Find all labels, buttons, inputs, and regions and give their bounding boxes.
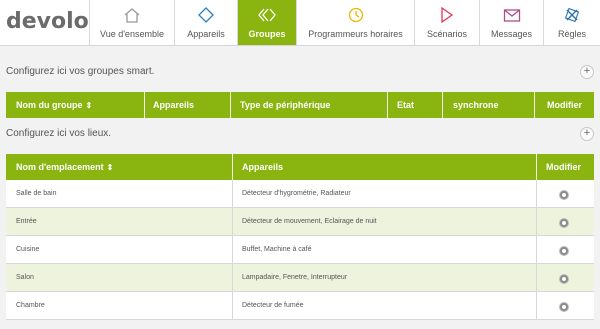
column-header-devices: Appareils — [242, 162, 284, 172]
devolo-logo: devolo — [6, 9, 89, 34]
column-header-device-type: Type de périphérique — [240, 100, 331, 110]
table-row: Cuisine Buffet, Machine à café — [6, 236, 594, 264]
locations-section-title: Configurez ici vos lieux. — [6, 128, 112, 139]
groups-table-header: Nom du groupe ⇕ Appareils Type de périphé… — [6, 92, 594, 118]
column-header-state: Etat — [397, 100, 415, 110]
column-header-edit: Modifier — [546, 162, 581, 172]
groups-section-title: Configurez ici vos groupes smart. — [6, 66, 155, 77]
table-row: Salle de bain Détecteur d'hygrométrie, R… — [6, 180, 594, 208]
home-icon — [90, 7, 174, 23]
location-devices: Lampadaire, Fenetre, Interrupteur — [242, 274, 348, 281]
gear-icon[interactable] — [559, 274, 569, 284]
nav-label: Appareils — [187, 29, 225, 39]
location-name: Entrée — [16, 218, 37, 225]
play-icon — [415, 7, 479, 23]
location-name: Cuisine — [16, 246, 40, 253]
location-name: Salon — [16, 274, 34, 281]
nav-label: Messages — [490, 29, 533, 39]
column-header-synchronous: synchrone — [453, 100, 499, 110]
group-chevrons-icon — [238, 7, 296, 23]
nav-label: Groupes — [248, 29, 286, 39]
location-devices: Buffet, Machine à café — [242, 246, 312, 253]
column-header-edit: Modifier — [547, 100, 582, 110]
table-row: Entrée Détecteur de mouvement, Eclairage… — [6, 208, 594, 236]
nav-item-devices[interactable]: Appareils — [174, 0, 237, 45]
gear-icon[interactable] — [559, 190, 569, 200]
column-header-location-name[interactable]: Nom d'emplacement ⇕ — [16, 154, 113, 180]
column-header-devices: Appareils — [153, 100, 195, 110]
device-diamond-icon — [175, 7, 237, 23]
nav-item-scenarios[interactable]: Scénarios — [414, 0, 479, 45]
top-navigation-bar: devolo Vue d'ensemble Appareils Groupes … — [0, 0, 600, 46]
rules-icon — [544, 7, 600, 23]
location-devices: Détecteur de mouvement, Eclairage de nui… — [242, 218, 377, 225]
envelope-icon — [480, 7, 543, 23]
nav-item-timers[interactable]: Programmeurs horaires — [296, 0, 414, 45]
nav-item-rules[interactable]: Règles — [543, 0, 600, 45]
add-location-button[interactable]: + — [580, 127, 594, 141]
nav-item-overview[interactable]: Vue d'ensemble — [89, 0, 174, 45]
locations-table-header: Nom d'emplacement ⇕ Appareils Modifier — [6, 154, 594, 180]
nav-label: Règles — [557, 29, 586, 39]
location-devices: Détecteur de fumée — [242, 302, 304, 309]
table-row: Salon Lampadaire, Fenetre, Interrupteur — [6, 264, 594, 292]
nav-label: Scénarios — [426, 29, 468, 39]
clock-icon — [297, 7, 414, 23]
location-name: Chambre — [16, 302, 45, 309]
sort-icon[interactable]: ⇕ — [86, 101, 93, 110]
gear-icon[interactable] — [559, 246, 569, 256]
nav-item-messages[interactable]: Messages — [479, 0, 543, 45]
nav-label: Vue d'ensemble — [100, 29, 164, 39]
sort-icon[interactable]: ⇕ — [107, 163, 114, 172]
nav-label: Programmeurs horaires — [308, 29, 403, 39]
location-name: Salle de bain — [16, 190, 57, 197]
table-row: Chambre Détecteur de fumée — [6, 292, 594, 320]
nav-item-groups[interactable]: Groupes — [237, 0, 296, 45]
gear-icon[interactable] — [559, 302, 569, 312]
column-header-group-name[interactable]: Nom du groupe ⇕ — [16, 92, 92, 118]
add-group-button[interactable]: + — [580, 65, 594, 79]
gear-icon[interactable] — [559, 218, 569, 228]
location-devices: Détecteur d'hygrométrie, Radiateur — [242, 190, 351, 197]
